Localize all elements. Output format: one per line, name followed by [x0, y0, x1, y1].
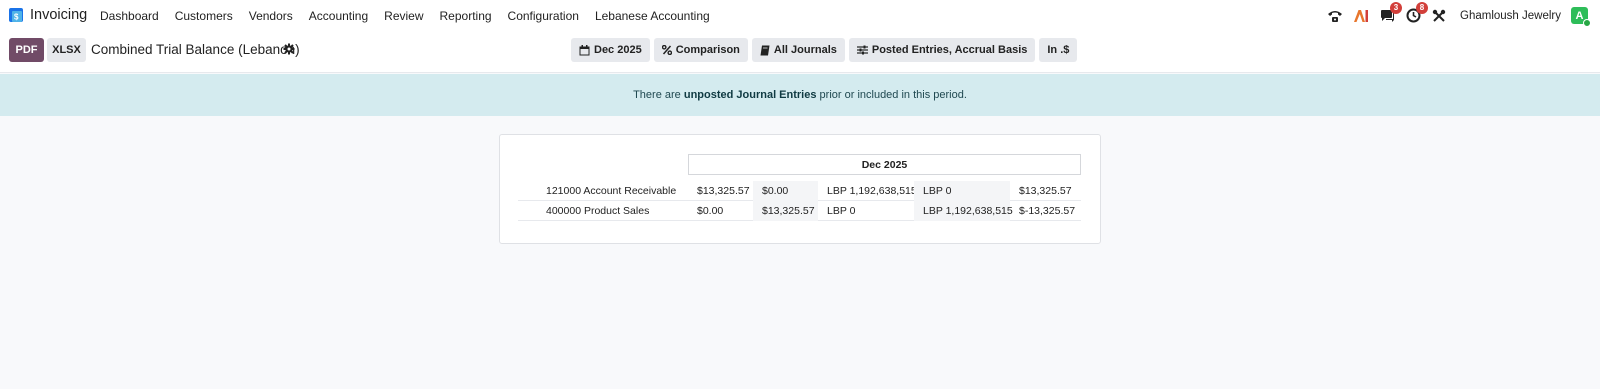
- pdf-button[interactable]: PDF: [9, 38, 44, 62]
- account-name[interactable]: 400000 Product Sales: [546, 201, 688, 221]
- journals-filter-button[interactable]: All Journals: [751, 38, 845, 62]
- amount-cell: $0.00: [753, 181, 818, 201]
- menu-lebanese-accounting[interactable]: Lebanese Accounting: [587, 9, 718, 23]
- amount-cell: $13,325.57: [753, 201, 818, 221]
- amount-cell: LBP 0: [914, 181, 1010, 201]
- invoicing-app-icon[interactable]: $: [8, 7, 24, 23]
- account-name[interactable]: 121000 Account Receivable: [546, 181, 688, 201]
- messages-badge: 3: [1390, 1, 1403, 14]
- percent-icon: [661, 45, 672, 55]
- gear-icon[interactable]: [283, 43, 295, 55]
- unposted-entries-alert: There are unposted Journal Entries prior…: [0, 74, 1600, 116]
- comparison-filter-button[interactable]: Comparison: [653, 38, 748, 62]
- date-filter-button[interactable]: Dec 2025: [571, 38, 650, 62]
- comparison-filter-label: Comparison: [675, 44, 740, 56]
- app-name[interactable]: Invoicing: [30, 7, 87, 23]
- table-row[interactable]: 121000 Account Receivable $13,325.57 $0.…: [518, 181, 1081, 201]
- trial-balance-report: Dec 2025 121000 Account Receivable $13,3…: [499, 134, 1101, 244]
- tools-icon[interactable]: [1430, 7, 1448, 25]
- control-panel: PDF XLSX Combined Trial Balance (Lebanon…: [0, 31, 1600, 73]
- top-navbar: $ Invoicing Dashboard Customers Vendors …: [0, 0, 1600, 31]
- avatar-letter: A: [1575, 9, 1584, 22]
- systray: 3 8 Ghamloush Jewelry A: [1318, 0, 1591, 31]
- menu-configuration[interactable]: Configuration: [500, 9, 587, 23]
- report-title: Combined Trial Balance (Lebanon): [91, 42, 300, 57]
- user-avatar[interactable]: A: [1571, 7, 1591, 27]
- company-switcher[interactable]: Ghamloush Jewelry: [1460, 10, 1561, 22]
- menu-reporting[interactable]: Reporting: [432, 9, 500, 23]
- amount-cell: $-13,325.57: [1019, 205, 1076, 217]
- report-filters: Dec 2025 Comparison All Journals Posted …: [571, 38, 1078, 62]
- activities-badge: 8: [1416, 1, 1429, 14]
- phone-icon[interactable]: [1326, 7, 1344, 25]
- menu-dashboard[interactable]: Dashboard: [92, 9, 167, 23]
- amount-cell: LBP 0: [827, 205, 856, 217]
- journals-filter-label: All Journals: [773, 44, 837, 56]
- alert-suffix: prior or included in this period.: [819, 89, 967, 101]
- menu-vendors[interactable]: Vendors: [241, 9, 301, 23]
- unposted-entries-link[interactable]: unposted Journal Entries: [684, 89, 817, 101]
- amount-cell: $13,325.57: [1019, 185, 1072, 197]
- menu-review[interactable]: Review: [376, 9, 431, 23]
- amount-cell: LBP 1,192,638,515: [914, 201, 1013, 221]
- main-menu: Dashboard Customers Vendors Accounting R…: [92, 0, 718, 31]
- options-filter-label: Posted Entries, Accrual Basis: [871, 44, 1028, 56]
- currency-filter-button[interactable]: In .$: [1039, 38, 1078, 62]
- activities-clock-icon[interactable]: 8: [1404, 1, 1429, 25]
- options-filter-button[interactable]: Posted Entries, Accrual Basis: [848, 38, 1036, 62]
- period-column-header: Dec 2025: [688, 154, 1081, 175]
- calendar-icon: [579, 44, 590, 55]
- xlsx-button[interactable]: XLSX: [47, 38, 86, 62]
- book-icon: [760, 45, 770, 55]
- amount-cell: $13,325.57: [697, 185, 750, 197]
- date-filter-label: Dec 2025: [594, 44, 642, 56]
- amount-cell: $0.00: [697, 205, 724, 217]
- currency-filter-label: In .$: [1047, 44, 1070, 56]
- ai-assistant-icon[interactable]: [1352, 7, 1370, 25]
- table-row[interactable]: 400000 Product Sales $0.00 $13,325.57 LB…: [518, 201, 1081, 221]
- sliders-icon: [856, 45, 868, 55]
- amount-cell: LBP 1,192,638,515: [827, 185, 917, 197]
- svg-text:$: $: [14, 13, 19, 22]
- online-status-dot: [1583, 19, 1591, 27]
- messages-icon[interactable]: 3: [1378, 1, 1403, 25]
- menu-accounting[interactable]: Accounting: [301, 9, 376, 23]
- alert-prefix: There are: [633, 89, 681, 101]
- menu-customers[interactable]: Customers: [167, 9, 241, 23]
